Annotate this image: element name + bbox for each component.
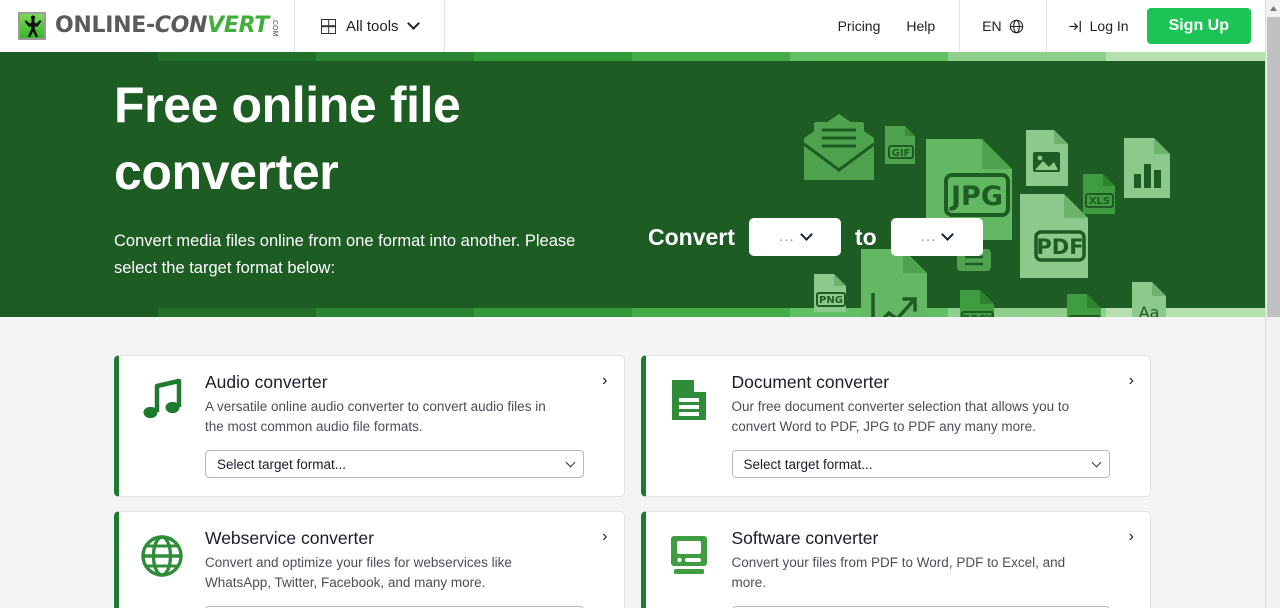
card-body: Software converter Convert your files fr… [732,528,1133,608]
source-format-select[interactable]: ... [749,218,841,256]
logo-text-part2: CON [155,13,207,38]
svg-text:PNG: PNG [819,295,843,306]
card-icon-wrap [646,372,732,422]
document-target-format-select[interactable]: Select target format... [732,450,1111,478]
select-value: Select target format... [217,457,346,472]
language-selector[interactable]: EN [959,0,1046,52]
card-audio-converter[interactable]: Audio converter A versatile online audio… [114,355,625,497]
audio-target-format-select[interactable]: Select target format... [205,450,584,478]
globe-icon [1009,19,1024,34]
header-spacer [445,0,814,52]
header-links: Pricing Help [814,0,960,52]
nav-help[interactable]: Help [906,18,935,34]
target-format-select[interactable]: ... [891,218,983,256]
card-webservice-converter[interactable]: Webservice converter Convert and optimiz… [114,511,625,608]
card-title: Document converter [732,372,1111,393]
header-auth: Log In Sign Up [1047,0,1265,52]
to-label: to [855,224,877,251]
card-icon-wrap [119,372,205,422]
chevron-down-icon [565,457,575,467]
signup-button[interactable]: Sign Up [1147,8,1251,44]
page-root: ONLINE-CONVERT .COM All tools Pricing He… [0,0,1280,608]
nav-pricing[interactable]: Pricing [838,18,881,34]
scrollbar-up-arrow[interactable] [1266,0,1280,16]
card-document-converter[interactable]: Document converter Our free document con… [641,355,1152,497]
site-header: ONLINE-CONVERT .COM All tools Pricing He… [0,0,1265,52]
select-value: Select target format... [744,457,873,472]
logo-text-part3: VERT [207,13,269,38]
chevron-down-icon [800,228,813,241]
svg-text:DOCX: DOCX [962,314,993,317]
card-body: Document converter Our free document con… [732,372,1133,478]
page-title: Free online file converter [114,72,544,206]
card-software-converter[interactable]: Software converter Convert your files fr… [641,511,1152,608]
svg-text:Aa: Aa [1139,303,1160,317]
all-tools-menu[interactable]: All tools [295,0,445,52]
document-icon [670,378,708,422]
card-icon-wrap [646,528,732,576]
scrollbar-thumb[interactable] [1267,17,1280,317]
all-tools-label: All tools [346,18,399,35]
file-tiff-icon: TIFF [1065,292,1103,317]
file-font-icon: Aa [1130,280,1168,317]
card-arrow-icon[interactable]: › [602,373,607,389]
page-scrollbar[interactable] [1265,0,1280,608]
hero-section: GIF JPG XLS [0,52,1265,317]
card-arrow-icon[interactable]: › [1129,529,1134,545]
computer-icon [668,534,710,576]
converter-card-grid: Audio converter A versatile online audio… [0,355,1265,608]
globe-icon [140,534,184,578]
card-body: Webservice converter Convert and optimiz… [205,528,606,608]
language-label: EN [982,18,1001,34]
login-arrow-icon [1069,19,1084,34]
convert-label: Convert [648,224,735,251]
chevron-down-icon [942,228,955,241]
card-arrow-icon[interactable]: › [602,529,607,545]
source-format-value: ... [779,229,795,244]
file-docx-icon: DOCX [958,288,996,317]
card-arrow-icon[interactable]: › [1129,373,1134,389]
login-label: Log In [1090,18,1129,34]
grid-icon [321,19,336,34]
logo-wordmark: ONLINE-CONVERT .COM [55,15,278,37]
card-description: Our free document converter selection th… [732,397,1087,436]
card-icon-wrap [119,528,205,578]
card-title: Software converter [732,528,1111,549]
login-button[interactable]: Log In [1069,18,1129,34]
card-title: Audio converter [205,372,584,393]
site-logo[interactable]: ONLINE-CONVERT .COM [0,0,295,52]
target-format-value: ... [921,229,937,244]
card-description: A versatile online audio converter to co… [205,397,560,436]
card-description: Convert your files from PDF to Word, PDF… [732,553,1087,592]
music-note-icon [141,378,183,422]
hero-content: Free online file converter Convert media… [0,52,1265,281]
logo-text-part1: ONLINE- [55,13,155,38]
hero-subtitle: Convert media files online from one form… [114,228,614,281]
runner-logo-icon [18,12,46,40]
card-body: Audio converter A versatile online audio… [205,372,606,478]
chevron-down-icon [407,17,420,30]
card-description: Convert and optimize your files for webs… [205,553,560,592]
chevron-down-icon [1092,457,1102,467]
logo-dotcom: .COM [271,18,278,36]
convert-widget: Convert ... to ... [648,218,997,256]
card-title: Webservice converter [205,528,584,549]
